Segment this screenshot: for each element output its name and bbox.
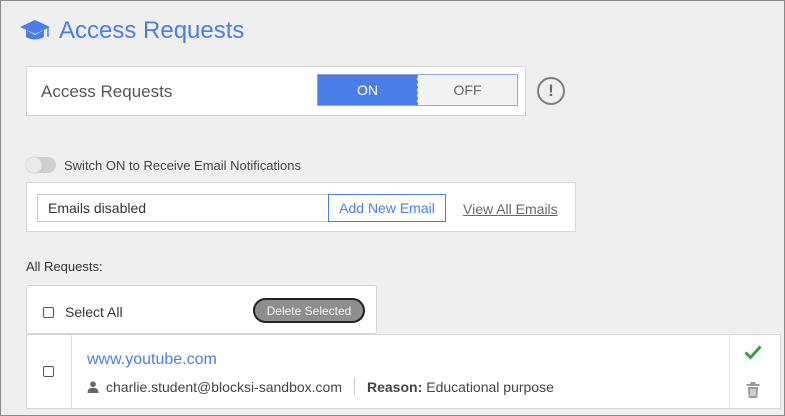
email-input[interactable] (37, 194, 329, 222)
request-reason: Educational purpose (426, 379, 554, 395)
toggle-off-button[interactable]: OFF (417, 75, 517, 105)
page-title: Access Requests (59, 17, 245, 44)
reason-label: Reason: (367, 379, 423, 395)
email-notification-row: Switch ON to Receive Email Notifications (26, 157, 301, 173)
request-checkbox-cell (27, 335, 72, 408)
access-requests-card: Access Requests ON OFF (26, 66, 526, 116)
request-url[interactable]: www.youtube.com (87, 351, 217, 369)
email-card: Add New Email View All Emails (26, 182, 576, 232)
request-checkbox[interactable] (43, 366, 54, 377)
checkmark-icon[interactable] (744, 344, 762, 360)
add-new-email-button[interactable]: Add New Email (328, 194, 446, 222)
delete-selected-button[interactable]: Delete Selected (253, 298, 365, 323)
select-all[interactable]: Select All (43, 304, 123, 320)
select-all-label: Select All (65, 304, 123, 320)
select-all-card: Select All Delete Selected (26, 285, 377, 334)
request-row: www.youtube.com charlie.student@blocksi-… (26, 334, 781, 409)
meta-divider (354, 378, 355, 396)
request-actions (729, 335, 780, 408)
page-header: Access Requests (19, 17, 244, 45)
view-all-emails-link[interactable]: View All Emails (463, 201, 558, 217)
access-requests-label: Access Requests (41, 82, 173, 101)
user-icon (87, 381, 99, 393)
graduation-cap-icon (20, 20, 50, 40)
email-notification-switch[interactable] (26, 157, 56, 173)
email-notification-label: Switch ON to Receive Email Notifications (64, 157, 301, 173)
toggle-on-button[interactable]: ON (318, 75, 417, 105)
access-requests-toggle: ON OFF (317, 74, 518, 106)
request-user-email: charlie.student@blocksi-sandbox.com (106, 379, 342, 395)
request-meta: charlie.student@blocksi-sandbox.com Reas… (87, 378, 554, 396)
trash-icon[interactable] (746, 382, 760, 398)
select-all-checkbox[interactable] (43, 306, 54, 318)
exclamation-icon[interactable]: ! (537, 77, 565, 105)
all-requests-label: All Requests: (26, 259, 103, 274)
